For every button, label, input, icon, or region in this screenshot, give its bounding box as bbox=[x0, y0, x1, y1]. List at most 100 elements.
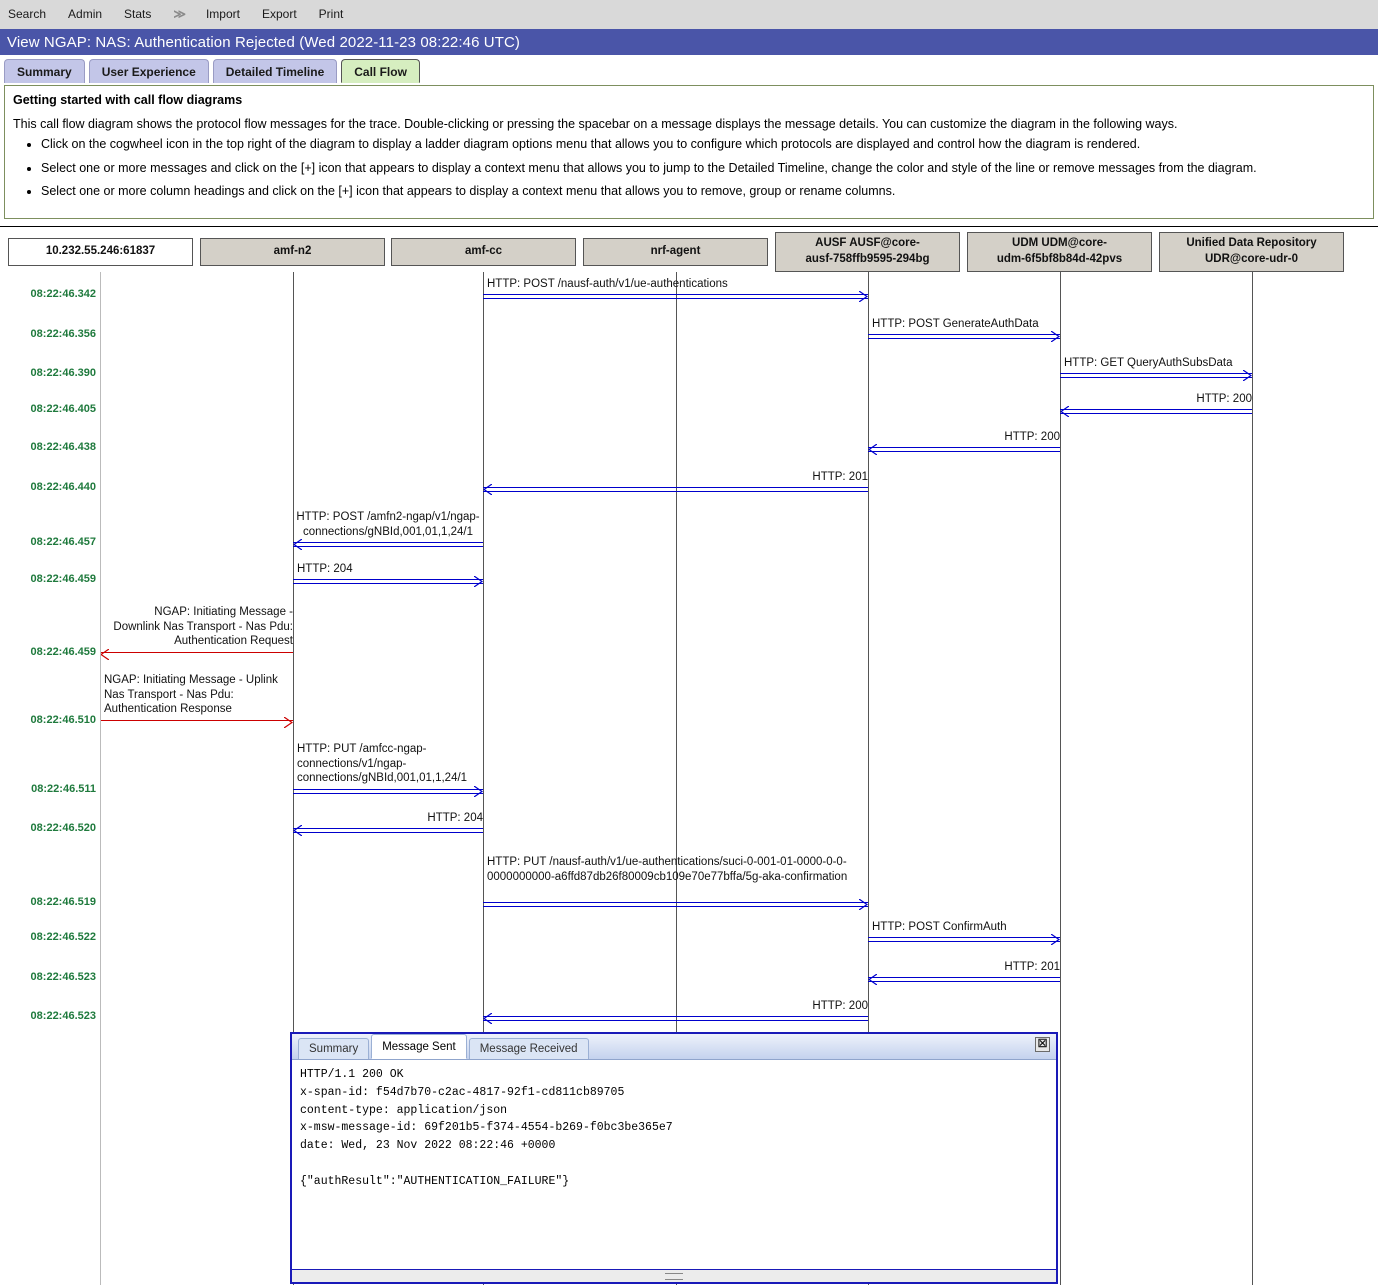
menu-bar: Search Admin Stats ≫ Import Export Print bbox=[0, 0, 1378, 29]
arrow-head-icon bbox=[474, 786, 483, 797]
column-header-0[interactable]: 10.232.55.246:61837 bbox=[8, 238, 193, 266]
help-paragraph: This call flow diagram shows the protoco… bbox=[13, 117, 1178, 131]
message-arrow bbox=[100, 649, 293, 660]
message-timestamp: 08:22:46.510 bbox=[30, 714, 96, 726]
details-tab-bar: Summary Message Sent Message Received ☒ bbox=[292, 1034, 1056, 1060]
message-label: HTTP: PUT /nausf-auth/v1/ue-authenticati… bbox=[487, 856, 848, 883]
message-arrow bbox=[868, 331, 1060, 342]
help-bullet-cogwheel: Click on the cogwheel icon in the top ri… bbox=[41, 137, 1365, 153]
lifeline-6 bbox=[1252, 272, 1253, 1285]
message-label: HTTP: POST ConfirmAuth bbox=[872, 921, 1007, 933]
column-header-line1: amf-n2 bbox=[273, 245, 312, 258]
column-header-line2: ausf-758ffb9595-294bg bbox=[805, 253, 930, 265]
menu-item-print[interactable]: Print bbox=[319, 7, 344, 21]
column-header-6[interactable]: Unified Data Repository UDR@core-udr-0 bbox=[1159, 232, 1344, 272]
message-timestamp: 08:22:46.520 bbox=[30, 822, 96, 834]
arrow-head-icon bbox=[859, 291, 868, 302]
message-label: HTTP: 200 bbox=[1196, 393, 1252, 405]
column-header-4[interactable]: AUSF AUSF@core-ausf-758ffb9595-294bg bbox=[775, 232, 960, 272]
arrow-head-icon bbox=[868, 444, 877, 455]
message-arrow bbox=[868, 974, 1060, 985]
message-timestamp: 08:22:46.523 bbox=[30, 1010, 96, 1022]
column-header-2[interactable]: amf-cc bbox=[391, 238, 576, 266]
message-arrow bbox=[483, 1013, 868, 1024]
message-timestamp: 08:22:46.459 bbox=[30, 573, 96, 585]
column-header-3[interactable]: nrf-agent bbox=[583, 238, 768, 266]
page-title: View NGAP: NAS: Authentication Rejected … bbox=[0, 29, 1378, 55]
message-timestamp: 08:22:46.438 bbox=[30, 441, 96, 453]
close-icon[interactable]: ☒ bbox=[1035, 1037, 1050, 1052]
message-label: HTTP: POST /nausf-auth/v1/ue-authenticat… bbox=[487, 278, 728, 290]
message-timestamp: 08:22:46.522 bbox=[30, 931, 96, 943]
details-tab-message-sent[interactable]: Message Sent bbox=[371, 1034, 467, 1059]
message-arrow bbox=[293, 825, 483, 836]
column-header-1[interactable]: amf-n2 bbox=[200, 238, 385, 266]
details-message-body: HTTP/1.1 200 OK x-span-id: f54d7b70-c2ac… bbox=[292, 1060, 1056, 1269]
message-arrow bbox=[293, 786, 483, 797]
menu-overflow-icon[interactable]: ≫ bbox=[173, 7, 186, 21]
message-label: HTTP: 201 bbox=[812, 471, 868, 483]
help-bullet-columns: Select one or more column headings and c… bbox=[41, 184, 1365, 200]
message-arrow bbox=[868, 444, 1060, 455]
arrow-head-icon bbox=[859, 899, 868, 910]
message-label: HTTP: PUT /amfcc-ngap-connections/v1/nga… bbox=[297, 743, 468, 785]
arrow-head-icon bbox=[1243, 370, 1252, 381]
tab-user-experience[interactable]: User Experience bbox=[88, 59, 209, 83]
message-label: HTTP: 204 bbox=[297, 563, 353, 575]
column-header-line1: AUSF AUSF@core- bbox=[815, 237, 920, 250]
message-label: HTTP: 204 bbox=[427, 812, 483, 824]
message-label: HTTP: 200 bbox=[812, 1000, 868, 1012]
details-tab-summary[interactable]: Summary bbox=[298, 1038, 370, 1059]
message-label: NGAP: Initiating Message - Downlink Nas … bbox=[113, 606, 293, 648]
message-timestamp: 08:22:46.511 bbox=[31, 783, 96, 795]
tab-detailed-timeline[interactable]: Detailed Timeline bbox=[212, 59, 338, 83]
message-timestamp: 08:22:46.459 bbox=[30, 646, 96, 658]
message-timestamp: 08:22:46.457 bbox=[30, 536, 96, 548]
timestamp-gutter-divider bbox=[100, 272, 101, 1285]
help-bullet-messages: Select one or more messages and click on… bbox=[41, 161, 1365, 177]
message-timestamp: 08:22:46.342 bbox=[30, 288, 96, 300]
menu-item-admin[interactable]: Admin bbox=[68, 7, 102, 21]
column-header-line1: nrf-agent bbox=[650, 245, 701, 258]
message-timestamp: 08:22:46.440 bbox=[30, 481, 96, 493]
details-tab-message-received[interactable]: Message Received bbox=[468, 1038, 589, 1059]
message-arrow bbox=[483, 484, 868, 495]
column-header-line1: UDM UDM@core- bbox=[1012, 237, 1107, 250]
message-arrow bbox=[100, 717, 293, 728]
arrow-head-icon bbox=[293, 825, 302, 836]
column-header-line1: amf-cc bbox=[464, 245, 503, 258]
arrow-head-icon bbox=[1051, 934, 1060, 945]
menu-item-import[interactable]: Import bbox=[206, 7, 240, 21]
arrow-head-icon bbox=[483, 484, 492, 495]
details-resize-handle[interactable] bbox=[292, 1269, 1056, 1282]
message-details-panel[interactable]: Summary Message Sent Message Received ☒ … bbox=[290, 1032, 1058, 1284]
message-label: HTTP: POST /amfn2-ngap/v1/ngap-connectio… bbox=[296, 511, 480, 538]
menu-item-export[interactable]: Export bbox=[262, 7, 297, 21]
menu-item-search[interactable]: Search bbox=[8, 7, 46, 21]
message-timestamp: 08:22:46.356 bbox=[30, 328, 96, 340]
help-bullet-list: Click on the cogwheel icon in the top ri… bbox=[13, 137, 1365, 200]
message-arrow bbox=[1060, 370, 1252, 381]
message-timestamp: 08:22:46.519 bbox=[30, 896, 96, 908]
column-header-line1: 10.232.55.246:61837 bbox=[45, 245, 156, 258]
message-timestamp: 08:22:46.390 bbox=[30, 367, 96, 379]
arrow-head-icon bbox=[474, 576, 483, 587]
message-label: NGAP: Initiating Message - Uplink Nas Tr… bbox=[104, 674, 278, 716]
message-label: HTTP: 200 bbox=[1004, 431, 1060, 443]
message-timestamp: 08:22:46.405 bbox=[30, 403, 96, 415]
tab-call-flow[interactable]: Call Flow bbox=[341, 59, 420, 83]
message-arrow bbox=[1060, 406, 1252, 417]
column-header-5[interactable]: UDM UDM@core-udm-6f5bf8b84d-42pvs bbox=[967, 232, 1152, 272]
column-header-line2: UDR@core-udr-0 bbox=[1205, 253, 1298, 265]
arrow-head-icon bbox=[293, 539, 302, 550]
getting-started-panel: Getting started with call flow diagrams … bbox=[4, 85, 1374, 219]
arrow-head-icon bbox=[1051, 331, 1060, 342]
menu-item-stats[interactable]: Stats bbox=[124, 7, 151, 21]
arrow-head-icon bbox=[284, 717, 293, 728]
help-heading: Getting started with call flow diagrams bbox=[13, 93, 243, 107]
column-header-line2: udm-6f5bf8b84d-42pvs bbox=[996, 253, 1123, 265]
tab-summary[interactable]: Summary bbox=[4, 59, 85, 83]
message-timestamp: 08:22:46.523 bbox=[30, 971, 96, 983]
message-label: HTTP: POST GenerateAuthData bbox=[872, 318, 1039, 330]
arrow-head-icon bbox=[483, 1013, 492, 1024]
